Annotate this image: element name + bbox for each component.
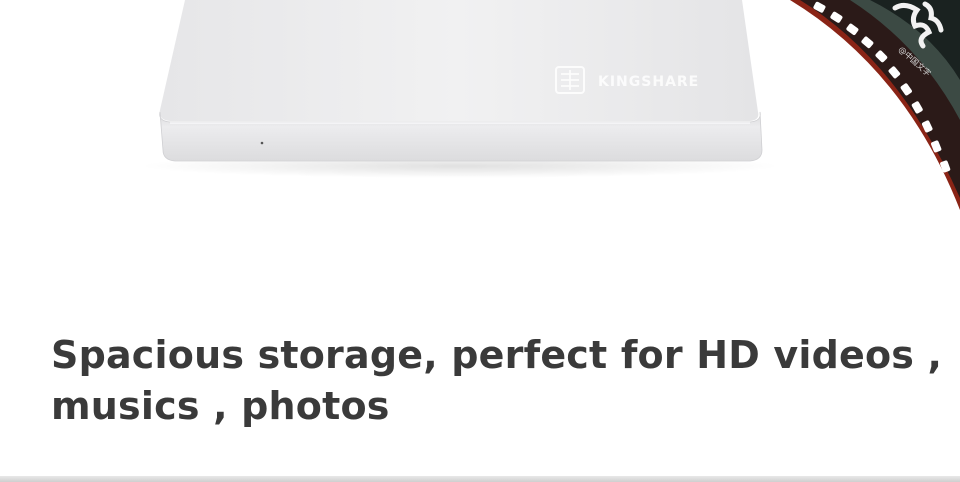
drive-led-dot [260, 141, 264, 145]
bottom-divider-strip [0, 476, 960, 482]
headline-line-1: Spacious storage, perfect for HD videos … [51, 333, 943, 377]
headline: Spacious storage, perfect for HD videos … [51, 330, 943, 432]
drive-top-face [159, 0, 759, 121]
headline-line-2: musics , photos [51, 384, 390, 428]
film-strip-image: @中国文字 [790, 0, 960, 210]
kingshare-logo-text: KINGSHARE [598, 74, 699, 90]
hard-drive-image: KINGSHARE [159, 0, 763, 162]
